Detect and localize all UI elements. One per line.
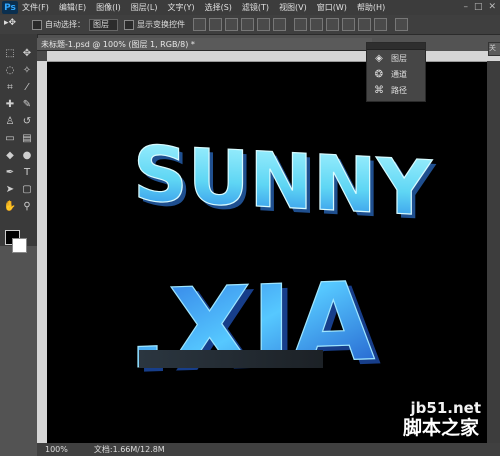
align-vcenter-icon[interactable]: [209, 18, 222, 31]
history-brush-icon[interactable]: ↺: [19, 114, 35, 128]
channels-icon: ❂: [374, 68, 384, 80]
photoshop-logo: Ps: [2, 1, 18, 14]
menu-file[interactable]: 文件(F): [22, 2, 49, 13]
maximize-button[interactable]: □: [474, 2, 483, 12]
dark-bar-shape: [139, 350, 323, 368]
healing-brush-icon[interactable]: ✚: [2, 97, 18, 111]
show-transform-option[interactable]: 显示变换控件: [124, 19, 185, 30]
sunny-text: SUNNY: [133, 129, 433, 234]
horizontal-ruler[interactable]: [47, 51, 500, 62]
menu-select[interactable]: 选择(S): [205, 2, 232, 13]
blur-tool-icon[interactable]: ◆: [2, 148, 18, 162]
auto-align-icon[interactable]: [395, 18, 408, 31]
panel-item-paths[interactable]: ⌘ 路径: [367, 82, 425, 98]
menu-edit[interactable]: 编辑(E): [59, 2, 86, 13]
layers-panel-group: ◈ 图层 ❂ 通道 ⌘ 路径: [366, 42, 426, 102]
menu-help[interactable]: 帮助(H): [357, 2, 385, 13]
distribute-right-icon[interactable]: [374, 18, 387, 31]
distribute-hcenter-icon[interactable]: [358, 18, 371, 31]
auto-select-dropdown[interactable]: 图层: [89, 18, 118, 31]
align-bottom-icon[interactable]: [225, 18, 238, 31]
shape-tool-icon[interactable]: ▢: [19, 182, 35, 196]
minimize-button[interactable]: –: [463, 2, 468, 12]
show-transform-label: 显示变换控件: [137, 20, 185, 29]
eraser-icon[interactable]: ▭: [2, 131, 18, 145]
distribute-bottom-icon[interactable]: [326, 18, 339, 31]
zoom-tool-icon[interactable]: ⚲: [19, 199, 35, 213]
distribute-buttons: [294, 18, 387, 31]
marquee-tool-icon[interactable]: ⬚: [2, 46, 18, 60]
dodge-tool-icon[interactable]: ●: [19, 148, 35, 162]
move-tool-preset-icon[interactable]: ▸✥: [4, 18, 26, 31]
align-right-icon[interactable]: [273, 18, 286, 31]
document-size: 文档:1.66M/12.8M: [93, 445, 165, 454]
distribute-left-icon[interactable]: [342, 18, 355, 31]
auto-select-option[interactable]: 自动选择：: [32, 19, 85, 30]
canvas[interactable]: SUNNY SUNNY .XIA .XIA jb51.net 脚本之家: [47, 62, 487, 443]
paths-icon: ⌘: [374, 84, 384, 96]
auto-select-label: 自动选择：: [45, 20, 85, 29]
panel-item-layers[interactable]: ◈ 图层: [367, 50, 425, 66]
eyedropper-icon[interactable]: ⁄: [19, 80, 35, 94]
zoom-level[interactable]: 100%: [45, 445, 68, 454]
close-button[interactable]: ✕: [488, 2, 496, 12]
show-transform-checkbox[interactable]: [124, 19, 134, 30]
pen-tool-icon[interactable]: ✒: [2, 165, 18, 179]
panel-item-channels[interactable]: ❂ 通道: [367, 66, 425, 82]
background-color-swatch[interactable]: [12, 238, 27, 253]
menu-filter[interactable]: 滤镜(T): [242, 2, 269, 13]
align-hcenter-icon[interactable]: [257, 18, 270, 31]
gradient-tool-icon[interactable]: ▤: [19, 131, 35, 145]
artwork: SUNNY SUNNY .XIA .XIA: [126, 128, 436, 398]
distribute-vcenter-icon[interactable]: [310, 18, 323, 31]
move-tool-icon[interactable]: ✥: [19, 46, 35, 60]
panel-header[interactable]: [367, 43, 425, 50]
menu-type[interactable]: 文字(Y): [167, 2, 194, 13]
menu-bar: Ps 文件(F) 编辑(E) 图像(I) 图层(L) 文字(Y) 选择(S) 滤…: [0, 0, 500, 15]
watermark-name: 脚本之家: [402, 417, 479, 439]
collapsed-panel-tab[interactable]: 关: [488, 42, 500, 56]
magic-wand-icon[interactable]: ✧: [19, 63, 35, 77]
vertical-scrollbar[interactable]: [487, 61, 500, 443]
clone-stamp-icon[interactable]: ♙: [2, 114, 18, 128]
panel-item-label: 图层: [391, 53, 407, 63]
path-select-icon[interactable]: ➤: [2, 182, 18, 196]
menu-image[interactable]: 图像(I): [96, 2, 121, 13]
panel-item-label: 通道: [391, 69, 407, 79]
xia-text: .XIA: [127, 260, 375, 394]
status-bar: 100% 文档:1.66M/12.8M: [37, 443, 500, 456]
auto-align-buttons: [395, 18, 408, 31]
distribute-top-icon[interactable]: [294, 18, 307, 31]
auto-select-checkbox[interactable]: [32, 19, 42, 30]
menu-window[interactable]: 窗口(W): [317, 2, 347, 13]
type-tool-icon[interactable]: T: [19, 165, 35, 179]
document-tab[interactable]: 未标题-1.psd @ 100% (图层 1, RGB/8) *: [37, 38, 372, 51]
menu-view[interactable]: 视图(V): [279, 2, 307, 13]
align-buttons: [193, 18, 286, 31]
align-left-icon[interactable]: [241, 18, 254, 31]
options-bar: ▸✥ 自动选择： 图层 显示变换控件: [0, 15, 500, 35]
menu-layer[interactable]: 图层(L): [131, 2, 158, 13]
align-top-icon[interactable]: [193, 18, 206, 31]
layers-icon: ◈: [375, 52, 383, 64]
tools-panel: ⬚ ✥ ◌ ✧ ⌗ ⁄ ✚ ✎ ♙ ↺ ▭ ▤ ◆ ● ✒ T ➤ ▢ ✋ ⚲: [0, 34, 38, 253]
hand-tool-icon[interactable]: ✋: [2, 199, 18, 213]
lasso-tool-icon[interactable]: ◌: [2, 63, 18, 77]
brush-tool-icon[interactable]: ✎: [19, 97, 35, 111]
panel-item-label: 路径: [391, 85, 407, 95]
crop-tool-icon[interactable]: ⌗: [2, 80, 18, 94]
